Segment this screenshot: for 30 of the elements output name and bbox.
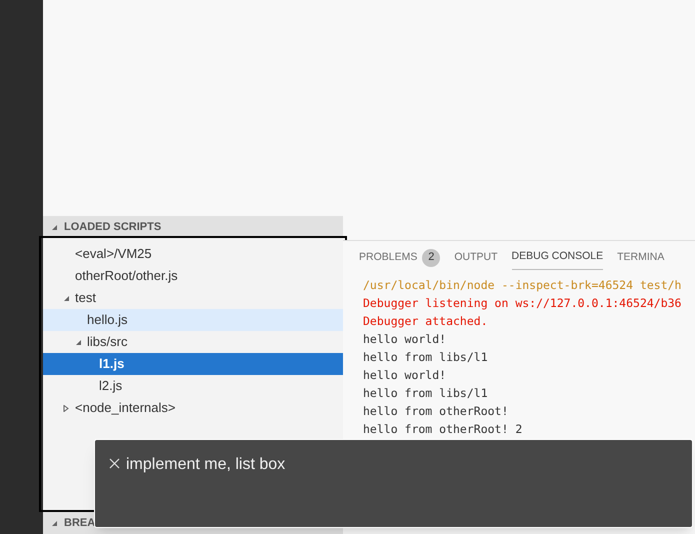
console-line: hello from libs/l1: [363, 349, 489, 366]
caret-icon[interactable]: [63, 294, 70, 302]
panel-tab[interactable]: TERMINA: [617, 246, 664, 270]
console-line: hello world!: [363, 331, 448, 348]
tree-item[interactable]: libs/src: [43, 331, 343, 353]
panel-tab[interactable]: PROBLEMS 2: [359, 246, 440, 270]
console-line: hello from otherRoot!: [363, 403, 510, 420]
tree-item[interactable]: l2.js: [43, 375, 343, 397]
count-badge: 2: [422, 248, 440, 266]
console-line: Debugger listening on ws://127.0.0.1:46524/b36: [363, 295, 682, 312]
console-line: hello world!: [363, 367, 448, 384]
console-line: Debugger attached.: [363, 313, 489, 330]
tree-item[interactable]: hello.js: [43, 309, 343, 331]
caret-icon[interactable]: [75, 338, 82, 346]
tree-item[interactable]: <eval>/VM25: [43, 243, 343, 265]
section-header[interactable]: LOADED SCRIPTS: [43, 216, 343, 238]
console-line: hello from otherRoot! 2: [363, 421, 524, 438]
caret-icon[interactable]: [51, 224, 58, 230]
tree-item[interactable]: otherRoot/other.js: [43, 265, 343, 287]
caret-icon[interactable]: [63, 404, 70, 412]
caret-icon[interactable]: [51, 520, 58, 526]
console-line: hello from libs/l1: [363, 385, 489, 402]
tree-item[interactable]: test: [43, 287, 343, 309]
notification-message: implement me, list box: [126, 455, 286, 475]
tree-item[interactable]: <node_internals>: [43, 397, 343, 419]
console-line: /usr/local/bin/node --inspect-brk=46524 test/h: [363, 277, 682, 294]
panel-tab[interactable]: OUTPUT: [454, 246, 498, 270]
tree-item[interactable]: l1.js: [43, 353, 343, 375]
panel-tab[interactable]: DEBUG CONSOLE: [512, 246, 604, 270]
close-icon[interactable]: [109, 458, 120, 469]
